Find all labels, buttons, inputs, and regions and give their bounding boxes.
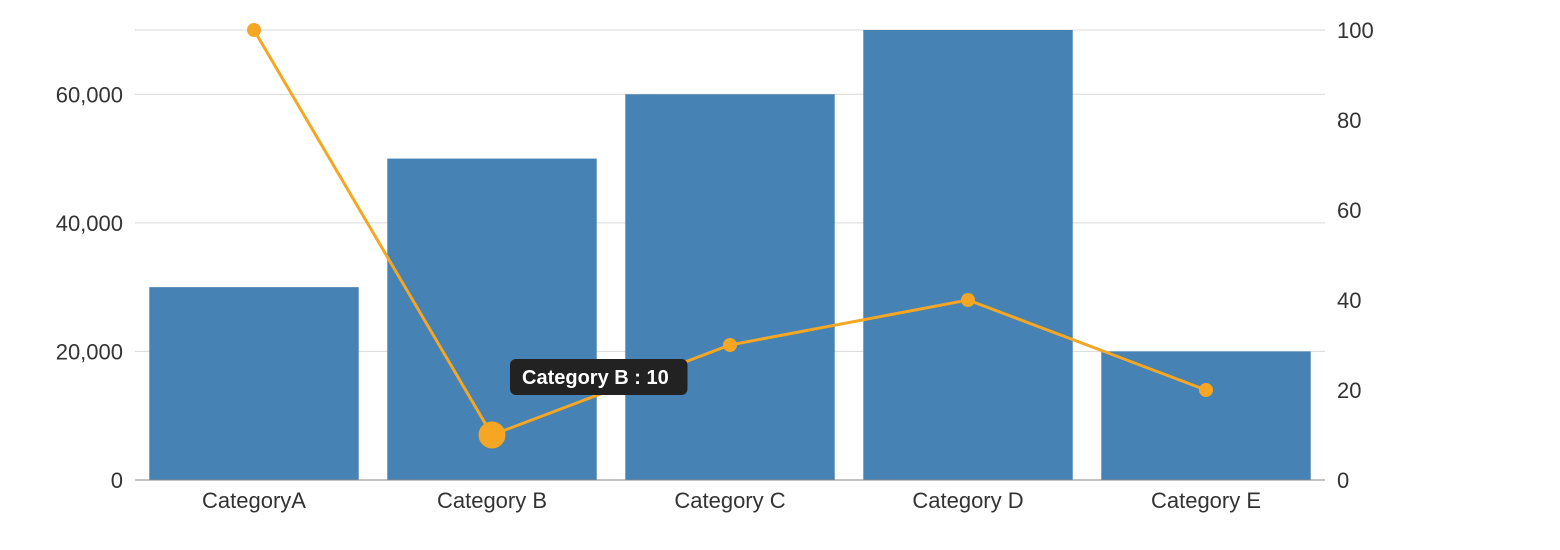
- bar[interactable]: [149, 287, 358, 480]
- bar[interactable]: [863, 30, 1072, 480]
- y-right-tick-label: 60: [1337, 198, 1361, 223]
- x-tick-label: Category B: [437, 488, 547, 513]
- x-tick-label: Category C: [674, 488, 785, 513]
- y-left-tick-label: 40,000: [56, 211, 123, 236]
- line-point[interactable]: [723, 338, 737, 352]
- bar[interactable]: [1101, 351, 1310, 480]
- y-left-tick-label: 20,000: [56, 339, 123, 364]
- bar[interactable]: [625, 94, 834, 480]
- y-left-tick-label: 0: [111, 468, 123, 493]
- y-right-tick-label: 0: [1337, 468, 1349, 493]
- chart-svg: 0 20,000 40,000 60,000 0 20 40 60 80 100 CategoryA…: [0, 0, 1560, 550]
- y-right-tick-label: 80: [1337, 108, 1361, 133]
- x-tick-label: Category D: [912, 488, 1023, 513]
- y-right-tick-label: 100: [1337, 18, 1374, 43]
- line-point[interactable]: [479, 422, 505, 448]
- x-tick-label: Category E: [1151, 488, 1261, 513]
- line-point[interactable]: [247, 23, 261, 37]
- y-right-tick-label: 20: [1337, 378, 1361, 403]
- y-right-tick-label: 40: [1337, 288, 1361, 313]
- line-point[interactable]: [961, 293, 975, 307]
- x-tick-label: CategoryA: [202, 488, 306, 513]
- tooltip-label: Category B : 10: [522, 367, 669, 389]
- y-left-tick-label: 60,000: [56, 82, 123, 107]
- line-point[interactable]: [1199, 383, 1213, 397]
- combo-chart: 0 20,000 40,000 60,000 0 20 40 60 80 100 CategoryA…: [0, 0, 1560, 550]
